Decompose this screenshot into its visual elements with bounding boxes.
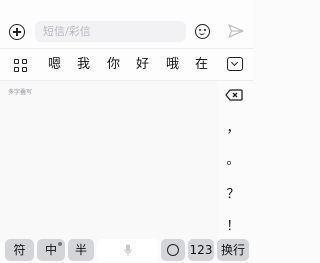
backspace-icon[interactable] [225, 89, 243, 101]
candidate-word[interactable]: 好 [136, 56, 149, 73]
microphone-icon [123, 244, 132, 256]
chinese-key-label: 中 [44, 243, 57, 257]
punctuation-key[interactable]: ！ [218, 215, 248, 234]
candidate-word[interactable]: 我 [77, 56, 90, 73]
candidate-word[interactable]: 你 [107, 56, 120, 73]
compose-bar: 短信/彩信 [0, 0, 253, 48]
candidate-word[interactable]: 嗯 [48, 56, 61, 73]
punctuation-key[interactable]: 。 [218, 149, 248, 168]
grid-menu-icon[interactable] [14, 59, 27, 72]
message-input[interactable]: 短信/彩信 [35, 21, 186, 42]
punctuation-key[interactable]: ， [218, 117, 248, 136]
punctuation-key[interactable]: ？ [218, 183, 248, 202]
paper-plane-icon[interactable] [228, 24, 244, 38]
keyboard-collapse-icon[interactable] [227, 57, 243, 71]
candidate-bar: 嗯 我 你 好 哦 在 [0, 48, 253, 81]
handwriting-mode-label: 多字叠写 [8, 89, 33, 96]
plus-circle-icon[interactable] [9, 24, 25, 40]
smiley-icon[interactable] [195, 24, 210, 39]
candidate-word[interactable]: 哦 [166, 56, 179, 73]
handwriting-pad[interactable]: 多字叠写 [0, 81, 218, 241]
smiley-icon [167, 244, 179, 256]
candidate-word[interactable]: 在 [195, 56, 208, 73]
side-column: ， 。 ？ ！ [218, 81, 253, 241]
bottom-key-row: 符 中 半 123 换行 [0, 239, 253, 261]
